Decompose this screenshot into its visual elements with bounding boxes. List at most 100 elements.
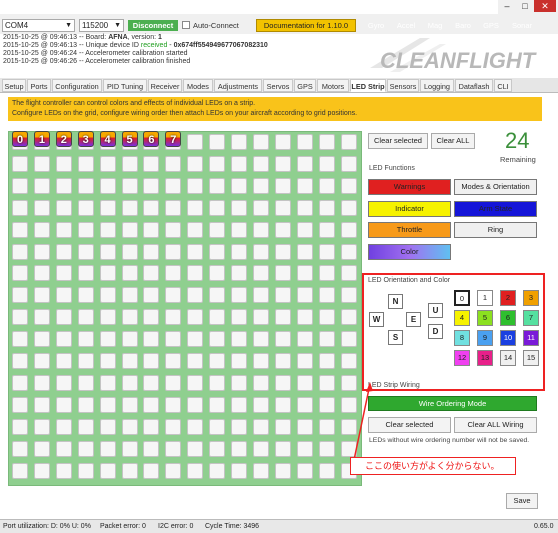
led-cell[interactable] xyxy=(252,134,269,150)
led-cell[interactable] xyxy=(209,287,226,304)
led-cell[interactable] xyxy=(274,440,291,457)
led-cell[interactable] xyxy=(231,462,247,479)
led-cell[interactable] xyxy=(231,199,247,216)
led-cell[interactable] xyxy=(143,243,160,260)
led-cell[interactable] xyxy=(55,177,72,194)
led-cell[interactable] xyxy=(187,462,204,479)
led-cell[interactable] xyxy=(318,155,335,172)
led-cell[interactable] xyxy=(165,396,182,413)
tab-cli[interactable]: CLI xyxy=(494,79,512,92)
led-cell[interactable] xyxy=(252,440,269,457)
led-cell[interactable] xyxy=(318,374,335,391)
led-cell[interactable] xyxy=(296,134,313,150)
led-cell[interactable] xyxy=(12,331,28,348)
wire-ordering-button[interactable]: Wire Ordering Mode xyxy=(368,396,537,411)
led-cell[interactable] xyxy=(296,309,313,326)
led-cell[interactable] xyxy=(231,440,247,457)
led-cell[interactable] xyxy=(99,287,116,304)
led-cell[interactable] xyxy=(77,177,94,194)
led-cell[interactable] xyxy=(165,353,182,369)
led-cell[interactable] xyxy=(99,199,116,216)
led-cell[interactable] xyxy=(252,353,269,369)
led-cell[interactable] xyxy=(121,243,138,260)
led-cell[interactable] xyxy=(187,440,204,457)
tab-receiver[interactable]: Receiver xyxy=(148,79,182,92)
wired-led[interactable]: 2 xyxy=(55,131,72,147)
led-cell[interactable] xyxy=(12,440,28,457)
led-cell[interactable] xyxy=(187,331,204,348)
tab-led-strip[interactable]: LED Strip xyxy=(350,79,386,92)
led-cell[interactable] xyxy=(12,221,28,238)
led-cell[interactable] xyxy=(33,440,50,457)
led-cell[interactable] xyxy=(187,265,204,282)
led-cell[interactable] xyxy=(33,177,50,194)
led-cell[interactable] xyxy=(318,243,335,260)
led-cell[interactable] xyxy=(77,353,94,369)
led-cell[interactable] xyxy=(12,243,28,260)
led-cell[interactable] xyxy=(99,440,116,457)
led-cell[interactable] xyxy=(99,374,116,391)
led-cell[interactable] xyxy=(340,265,357,282)
led-cell[interactable] xyxy=(12,177,28,194)
led-cell[interactable] xyxy=(209,462,226,479)
tab-sensors[interactable]: Sensors xyxy=(387,79,419,92)
led-cell[interactable] xyxy=(296,287,313,304)
tab-setup[interactable]: Setup xyxy=(2,79,26,92)
led-cell[interactable] xyxy=(187,199,204,216)
wired-led[interactable]: 7 xyxy=(165,131,182,147)
tab-pid-tuning[interactable]: PID Tuning xyxy=(103,79,147,92)
led-cell[interactable] xyxy=(33,418,50,435)
led-cell[interactable] xyxy=(318,440,335,457)
led-cell[interactable] xyxy=(12,265,28,282)
led-cell[interactable] xyxy=(252,155,269,172)
led-cell[interactable] xyxy=(296,396,313,413)
led-cell[interactable] xyxy=(318,177,335,194)
led-cell[interactable] xyxy=(33,353,50,369)
led-cell[interactable] xyxy=(77,440,94,457)
tab-dataflash[interactable]: Dataflash xyxy=(455,79,493,92)
led-cell[interactable] xyxy=(274,309,291,326)
led-cell[interactable] xyxy=(55,331,72,348)
led-cell[interactable] xyxy=(121,331,138,348)
led-cell[interactable] xyxy=(33,396,50,413)
led-cell[interactable] xyxy=(55,418,72,435)
led-cell[interactable] xyxy=(274,396,291,413)
led-cell[interactable] xyxy=(296,155,313,172)
led-cell[interactable] xyxy=(252,331,269,348)
baud-select[interactable]: 115200 ▼ xyxy=(79,19,124,32)
led-cell[interactable] xyxy=(143,177,160,194)
led-cell[interactable] xyxy=(296,265,313,282)
led-cell[interactable] xyxy=(55,199,72,216)
led-cell[interactable] xyxy=(77,287,94,304)
tab-configuration[interactable]: Configuration xyxy=(52,79,102,92)
tab-servos[interactable]: Servos xyxy=(263,79,293,92)
led-cell[interactable] xyxy=(143,287,160,304)
led-cell[interactable] xyxy=(77,265,94,282)
led-cell[interactable] xyxy=(274,374,291,391)
wired-led[interactable]: 4 xyxy=(99,131,116,147)
led-cell[interactable] xyxy=(143,396,160,413)
led-cell[interactable] xyxy=(231,177,247,194)
led-cell[interactable] xyxy=(55,309,72,326)
led-cell[interactable] xyxy=(33,199,50,216)
led-cell[interactable] xyxy=(252,243,269,260)
led-cell[interactable] xyxy=(77,462,94,479)
led-cell[interactable] xyxy=(165,331,182,348)
led-cell[interactable] xyxy=(143,418,160,435)
led-cell[interactable] xyxy=(231,309,247,326)
led-cell[interactable] xyxy=(12,309,28,326)
led-cell[interactable] xyxy=(33,374,50,391)
led-cell[interactable] xyxy=(296,462,313,479)
led-cell[interactable] xyxy=(318,331,335,348)
led-cell[interactable] xyxy=(252,462,269,479)
led-cell[interactable] xyxy=(274,155,291,172)
wired-led[interactable]: 1 xyxy=(33,131,50,147)
led-cell[interactable] xyxy=(77,221,94,238)
led-cell[interactable] xyxy=(121,199,138,216)
led-cell[interactable] xyxy=(55,353,72,369)
led-cell[interactable] xyxy=(77,309,94,326)
led-cell[interactable] xyxy=(143,374,160,391)
led-cell[interactable] xyxy=(165,243,182,260)
led-cell[interactable] xyxy=(296,353,313,369)
led-cell[interactable] xyxy=(209,243,226,260)
